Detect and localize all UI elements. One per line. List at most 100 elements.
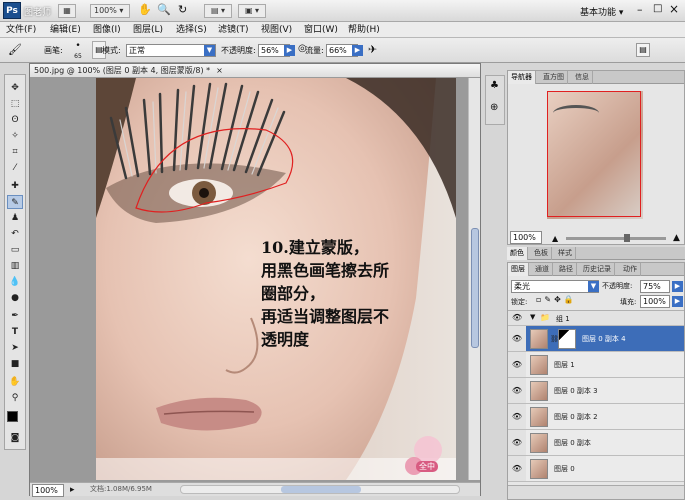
hand-tool-icon[interactable]: ✋ bbox=[138, 3, 152, 16]
document-tab[interactable]: 500.jpg @ 100% (图层 0 副本 4, 图层蒙版/8) * × bbox=[30, 64, 480, 78]
tab-styles[interactable]: 样式 bbox=[555, 247, 576, 260]
navigator-zoom-field[interactable]: 100% bbox=[510, 231, 542, 244]
gradient-tool-icon[interactable]: ▥ bbox=[7, 259, 23, 273]
navigator-view-box[interactable] bbox=[547, 91, 641, 217]
layer-visibility-icon[interactable]: 👁 bbox=[508, 404, 526, 430]
zoom-tool-icon[interactable]: 🔍 bbox=[157, 3, 171, 16]
tab-history[interactable]: 历史记录 bbox=[580, 263, 615, 276]
menu-image[interactable]: 图像(I) bbox=[93, 23, 121, 37]
menu-file[interactable]: 文件(F) bbox=[6, 23, 36, 37]
tab-paths[interactable]: 路径 bbox=[556, 263, 577, 276]
vertical-scrollbar[interactable] bbox=[468, 78, 480, 480]
image-canvas[interactable]: 10.建立蒙版， 用黑色画笔擦去所 圈部分， 再适当调整图层不 透明度 全中 bbox=[96, 78, 456, 480]
layer-opacity-input[interactable]: 75% bbox=[640, 280, 670, 293]
layer-row[interactable]: 图层 0 副本 3 bbox=[526, 378, 684, 404]
tab-navigator[interactable]: 导航器 bbox=[508, 71, 536, 84]
layer-group-row[interactable]: 👁 ▼ 📁 组 1 bbox=[508, 310, 684, 326]
launch-bridge-button[interactable]: ▦ bbox=[58, 4, 76, 18]
menu-layer[interactable]: 图层(L) bbox=[133, 23, 163, 37]
navigator-zoom-slider[interactable] bbox=[566, 234, 666, 242]
move-tool-icon[interactable]: ✥ bbox=[7, 81, 23, 95]
status-zoom-field[interactable]: 100% bbox=[32, 484, 64, 497]
lock-buttons[interactable]: ▫✎✥🔒 bbox=[536, 295, 577, 304]
zoom-in-icon[interactable]: ▲ bbox=[673, 233, 680, 243]
brush-tool-icon[interactable]: ✎ bbox=[7, 195, 23, 209]
zoom-tool-panel-icon[interactable]: ⚲ bbox=[7, 391, 23, 405]
layer-row[interactable]: 图层 1 bbox=[526, 352, 684, 378]
tab-channels[interactable]: 通道 bbox=[532, 263, 553, 276]
menu-select[interactable]: 选择(S) bbox=[176, 23, 207, 37]
magic-wand-tool-icon[interactable]: ✧ bbox=[7, 129, 23, 143]
layer-row[interactable]: 图层 0 副本 2 bbox=[526, 404, 684, 430]
layer-opacity-arrow[interactable]: ▶ bbox=[672, 281, 683, 292]
tab-color[interactable]: 颜色 bbox=[507, 247, 528, 260]
tab-swatches[interactable]: 色板 bbox=[531, 247, 552, 260]
workspace-switcher[interactable]: 基本功能 ▾ bbox=[580, 5, 623, 18]
tab-layers[interactable]: 图层 bbox=[508, 263, 529, 276]
layer-row[interactable]: 图层 0 副本 bbox=[526, 430, 684, 456]
menu-window[interactable]: 窗口(W) bbox=[304, 23, 338, 37]
brush-picker[interactable]: • 65 bbox=[70, 41, 86, 61]
layer-visibility-icon[interactable]: 👁 bbox=[508, 326, 526, 352]
tab-info[interactable]: 信息 bbox=[572, 71, 593, 84]
eyedropper-tool-icon[interactable]: ⁄ bbox=[7, 161, 23, 175]
history-brush-tool-icon[interactable]: ↶ bbox=[7, 227, 23, 241]
layer-row[interactable]: 图层 0 bbox=[526, 456, 684, 482]
status-info-arrow[interactable]: ▸ bbox=[70, 484, 75, 496]
path-selection-tool-icon[interactable]: ➤ bbox=[7, 341, 23, 355]
shape-tool-icon[interactable]: ■ bbox=[7, 357, 23, 371]
close-button[interactable]: × bbox=[669, 2, 679, 16]
vertical-scroll-thumb[interactable] bbox=[471, 228, 479, 348]
menu-edit[interactable]: 编辑(E) bbox=[50, 23, 81, 37]
layer-visibility-icon[interactable]: 👁 bbox=[508, 352, 526, 378]
blend-mode-select[interactable]: 正常 bbox=[126, 44, 216, 57]
tab-histogram[interactable]: 直方图 bbox=[540, 71, 568, 84]
pen-tool-icon[interactable]: ✒ bbox=[7, 309, 23, 323]
navigator-zoom-handle[interactable] bbox=[624, 234, 630, 242]
opacity-slider-arrow[interactable]: ▶ bbox=[284, 45, 295, 56]
crop-tool-icon[interactable]: ⌗ bbox=[7, 145, 23, 159]
hand-tool-panel-icon[interactable]: ✋ bbox=[7, 375, 23, 389]
layer-fill-input[interactable]: 100% bbox=[640, 295, 670, 308]
layer-fill-arrow[interactable]: ▶ bbox=[672, 296, 683, 307]
healing-brush-tool-icon[interactable]: ✚ bbox=[7, 179, 23, 193]
minimize-button[interactable]: – bbox=[637, 3, 643, 16]
clone-stamp-tool-icon[interactable]: ♟ bbox=[7, 211, 23, 225]
layer-visibility-icon[interactable]: 👁 bbox=[508, 378, 526, 404]
foreground-color-swatch[interactable] bbox=[7, 411, 18, 422]
zoom-out-icon[interactable]: ▲ bbox=[552, 234, 558, 243]
type-tool-icon[interactable]: T bbox=[7, 325, 23, 339]
maximize-button[interactable]: □ bbox=[653, 3, 662, 14]
layer-visibility-icon[interactable]: 👁 bbox=[508, 430, 526, 456]
layer-row[interactable]: ⛓ 图层 0 副本 4 bbox=[526, 326, 684, 352]
layer-blend-mode-arrow[interactable]: ▼ bbox=[588, 281, 599, 292]
brush-presets-icon[interactable]: ♣ bbox=[490, 80, 499, 91]
blend-mode-dropdown-arrow[interactable]: ▼ bbox=[204, 45, 215, 56]
arrange-documents-button[interactable]: ▤ ▾ bbox=[204, 4, 232, 18]
menu-view[interactable]: 视图(V) bbox=[261, 23, 292, 37]
brush-panel-button[interactable]: ▤ bbox=[636, 43, 650, 57]
horizontal-scrollbar[interactable] bbox=[180, 485, 460, 494]
layer-blend-mode-select[interactable]: 柔光 bbox=[511, 280, 599, 293]
screen-mode-button[interactable]: ▣ ▾ bbox=[238, 4, 266, 18]
quick-mask-icon[interactable]: ◙ bbox=[7, 431, 23, 445]
brush-preset-icon[interactable]: 🖌 bbox=[8, 43, 22, 56]
airbrush-icon[interactable]: ✈ bbox=[368, 43, 377, 56]
layer-mask-thumbnail[interactable] bbox=[558, 329, 576, 349]
tab-actions[interactable]: 动作 bbox=[620, 263, 641, 276]
clone-source-icon[interactable]: ⊕ bbox=[490, 102, 498, 113]
zoom-level-dropdown[interactable]: 100% ▾ bbox=[90, 4, 130, 18]
blur-tool-icon[interactable]: 💧 bbox=[7, 275, 23, 289]
group-expand-icon[interactable]: ▼ bbox=[530, 313, 535, 321]
menu-filter[interactable]: 滤镜(T) bbox=[218, 23, 249, 37]
navigator-thumbnail[interactable] bbox=[547, 91, 643, 219]
group-visibility-icon[interactable]: 👁 bbox=[512, 313, 522, 322]
dodge-tool-icon[interactable]: ● bbox=[7, 291, 23, 305]
rotate-view-icon[interactable]: ↻ bbox=[178, 3, 187, 16]
menu-help[interactable]: 帮助(H) bbox=[348, 23, 380, 37]
horizontal-scroll-thumb[interactable] bbox=[281, 486, 361, 493]
eraser-tool-icon[interactable]: ▭ bbox=[7, 243, 23, 257]
lasso-tool-icon[interactable]: ʘ bbox=[7, 113, 23, 127]
flow-slider-arrow[interactable]: ▶ bbox=[352, 45, 363, 56]
marquee-tool-icon[interactable]: ⬚ bbox=[7, 97, 23, 111]
